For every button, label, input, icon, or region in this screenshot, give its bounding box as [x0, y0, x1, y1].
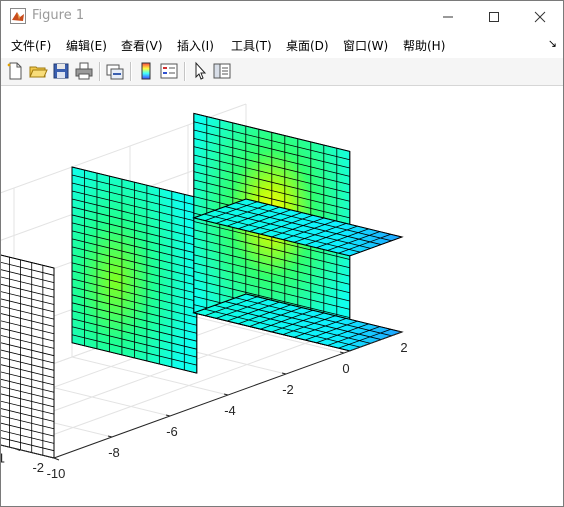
insert-colorbar-icon[interactable] — [136, 61, 156, 81]
x-tick-label: -6 — [166, 424, 178, 439]
open-file-icon[interactable] — [28, 61, 48, 81]
x-tick-mark — [339, 351, 345, 354]
toolbar-separator — [184, 62, 186, 81]
maximize-icon — [489, 11, 499, 22]
axes-3d[interactable]: 210-1-2210-1-2-10-8-6-4-202 — [1, 86, 563, 506]
property-inspector-icon[interactable] — [212, 61, 232, 81]
menu-desktop[interactable]: 桌面(D) — [286, 37, 329, 54]
menu-tools[interactable]: 工具(T) — [231, 37, 272, 54]
menu-insert[interactable]: 插入(I) — [177, 37, 214, 54]
menu-help[interactable]: 帮助(H) — [403, 37, 445, 54]
menu-view[interactable]: 查看(V) — [121, 37, 163, 54]
menu-file[interactable]: 文件(F) — [11, 37, 51, 54]
x-tick-label: -2 — [282, 382, 294, 397]
select-arrow-icon[interactable] — [190, 61, 210, 81]
y-tick-label: -1 — [1, 451, 5, 466]
x-tick-label: 0 — [342, 361, 349, 376]
x-tick-mark — [165, 414, 171, 417]
toolbar-separator — [99, 62, 101, 81]
x-tick-label: -10 — [47, 466, 66, 481]
toolbar — [1, 58, 563, 86]
title-bar[interactable]: Figure 1 — [1, 1, 563, 32]
save-icon[interactable] — [51, 61, 71, 81]
print-icon[interactable] — [74, 61, 94, 81]
x-tick-label: 2 — [400, 340, 407, 355]
minimize-button[interactable] — [425, 1, 471, 32]
x-tick-mark — [281, 372, 287, 375]
x-tick-mark — [107, 435, 113, 438]
x-tick-label: -4 — [224, 403, 236, 418]
menu-window[interactable]: 窗口(W) — [343, 37, 388, 54]
close-icon — [534, 11, 546, 22]
y-tick-label: -2 — [32, 460, 44, 475]
toolbar-separator — [130, 62, 132, 81]
minimize-icon — [443, 16, 453, 17]
link-plot-icon[interactable] — [105, 61, 125, 81]
menu-overflow-arrow-icon[interactable]: ↘ — [548, 37, 557, 50]
figure-window: Figure 1 文件(F) 编辑(E) 查看(V) 插入(I) 工具(T) 桌… — [0, 0, 564, 507]
close-button[interactable] — [517, 1, 563, 32]
figure-canvas[interactable]: 210-1-2210-1-2-10-8-6-4-202 — [1, 86, 563, 506]
window-title: Figure 1 — [32, 8, 85, 23]
menu-bar: 文件(F) 编辑(E) 查看(V) 插入(I) 工具(T) 桌面(D) 窗口(W… — [1, 32, 563, 58]
y-tick-mark — [53, 457, 60, 461]
new-figure-icon[interactable] — [5, 61, 25, 81]
menu-edit[interactable]: 编辑(E) — [66, 37, 107, 54]
insert-legend-icon[interactable] — [159, 61, 179, 81]
x-tick-mark — [223, 393, 229, 396]
matlab-logo-icon — [10, 8, 26, 24]
maximize-button[interactable] — [471, 1, 517, 32]
x-tick-label: -8 — [108, 445, 120, 460]
